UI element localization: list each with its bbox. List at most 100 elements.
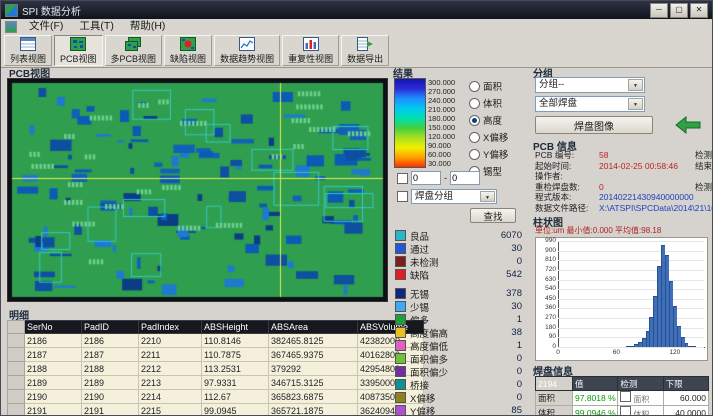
- check-checkbox[interactable]: [620, 391, 631, 402]
- minimize-button[interactable]: ─: [650, 3, 668, 18]
- row-selector[interactable]: [8, 404, 25, 416]
- pad-image-button[interactable]: 焊盘图像: [535, 116, 653, 134]
- y-tick-label: 180: [536, 324, 556, 331]
- defect-count-row[interactable]: 面积偏少0: [395, 365, 522, 378]
- details-body: 218621862210110.8146382465.8125423820002…: [8, 334, 424, 416]
- table-cell: 2189: [82, 376, 139, 390]
- toolbar-button-defect-view[interactable]: 缺陷视图: [164, 35, 212, 66]
- metric-radio-label: 锡型: [483, 164, 502, 178]
- range-max-input[interactable]: [450, 171, 480, 185]
- chevron-down-icon[interactable]: ▼: [628, 79, 643, 91]
- defect-count-row[interactable]: 良品6070: [395, 229, 522, 242]
- toolbar-button-data-export[interactable]: 数据导出: [341, 35, 389, 66]
- list-view-icon: [20, 37, 36, 51]
- defect-count-row[interactable]: 无锡378: [395, 287, 522, 300]
- scale-value-label: 210.000: [428, 105, 466, 114]
- table-row[interactable]: 218821882212113.253137929242954800: [8, 362, 424, 376]
- defect-count-row[interactable]: 通过30: [395, 242, 522, 255]
- defect-label: 缺陷: [410, 268, 429, 282]
- y-tick-label: 450: [536, 295, 556, 302]
- table-row[interactable]: 21892189221397.9331346715.312533950000: [8, 376, 424, 390]
- defect-count-row[interactable]: 未检测0: [395, 255, 522, 268]
- y-tick-label: 990: [536, 237, 556, 244]
- chevron-down-icon[interactable]: ▼: [628, 98, 643, 110]
- defect-count: 85: [511, 405, 522, 416]
- metric-radio-label: 体积: [483, 96, 502, 110]
- toolbar-button-repeatability-view[interactable]: 重复性视图: [282, 35, 339, 66]
- range-filter-checkbox[interactable]: [397, 173, 408, 184]
- pcb-info-row: PCB 编号:58检测: [531, 150, 712, 161]
- defect-count: 30: [511, 243, 522, 254]
- toolbar-button-list-view[interactable]: 列表视图: [4, 35, 52, 66]
- defect-count: 1: [517, 340, 522, 351]
- status-color-swatch: [395, 230, 406, 241]
- row-selector[interactable]: [8, 334, 25, 348]
- toolbar-button-pcb-view[interactable]: PCB视图: [54, 35, 103, 66]
- title-bar[interactable]: SPI 数据分析 ─▢✕: [1, 1, 712, 19]
- gridline: [558, 347, 704, 348]
- close-button[interactable]: ✕: [690, 3, 708, 18]
- defect-count-row[interactable]: Y偏移85: [395, 404, 522, 416]
- defect-count-row[interactable]: 面积偏多0: [395, 352, 522, 365]
- defect-count-row[interactable]: 缺陷542: [395, 268, 522, 281]
- pad-group-select[interactable]: 焊盘分组 ▼: [411, 189, 497, 204]
- all-pads-select[interactable]: 全部焊盘 ▼: [535, 96, 645, 112]
- metric-radio-体积[interactable]: 体积: [469, 96, 508, 110]
- row-selector[interactable]: [8, 362, 25, 376]
- info-label: 操作者:: [535, 171, 599, 182]
- info-right-label: 检测: [693, 150, 712, 161]
- table-row[interactable]: 218621862210110.8146382465.812542382000: [8, 334, 424, 348]
- metric-radio-面积[interactable]: 面积: [469, 79, 508, 93]
- details-table[interactable]: SerNoPadIDPadIndexABSHeightABSAreaABSVol…: [7, 320, 424, 416]
- app-icon: [5, 4, 18, 17]
- defect-count-row[interactable]: X偏移0: [395, 391, 522, 404]
- row-selector[interactable]: [8, 348, 25, 362]
- metric-radio-高度[interactable]: 高度: [469, 113, 508, 127]
- padinfo-column-header: 值: [573, 377, 618, 391]
- defect-count-row[interactable]: 偏多1: [395, 313, 522, 326]
- table-row[interactable]: 218721872211110.7875367465.937540162800: [8, 348, 424, 362]
- defect-count-row[interactable]: 高度偏高38: [395, 326, 522, 339]
- search-button[interactable]: 查找: [470, 208, 516, 223]
- defect-count-row[interactable]: 高度偏低1: [395, 339, 522, 352]
- row-selector[interactable]: [8, 390, 25, 404]
- table-row[interactable]: 219021902214112.67365823.687540873502: [8, 390, 424, 404]
- metric-radio-X偏移[interactable]: X偏移: [469, 130, 508, 144]
- menu-item-tools[interactable]: 工具(T): [71, 19, 121, 34]
- group-select[interactable]: 分组-- ▼: [535, 77, 645, 93]
- table-cell: 2211: [139, 348, 202, 362]
- menu-item-help[interactable]: 帮助(H): [122, 19, 174, 34]
- row-selector[interactable]: [8, 376, 25, 390]
- grouping-panel: 分组 分组-- ▼ 全部焊盘 ▼ 焊盘图像 PCB 信息 PCB 编号:58检测…: [531, 65, 712, 416]
- table-cell: 2188: [82, 362, 139, 376]
- metric-radio-Y偏移[interactable]: Y偏移: [469, 147, 508, 161]
- pcb-view-panel: PCB视图: [7, 65, 388, 315]
- previous-arrow-icon[interactable]: [675, 116, 701, 134]
- defect-count-row[interactable]: 桥接0: [395, 378, 522, 391]
- menu-item-file[interactable]: 文件(F): [21, 19, 71, 34]
- y-tick-label: 90: [536, 333, 556, 340]
- info-label: 程式版本:: [535, 192, 599, 203]
- table-cell: 379292: [269, 362, 358, 376]
- check-checkbox[interactable]: [620, 406, 631, 416]
- chevron-down-icon[interactable]: ▼: [480, 191, 495, 202]
- pcb-info-rows: PCB 编号:58检测起始时间:2014-02-25 00:58:46结束操作者…: [531, 150, 712, 213]
- radio-icon: [469, 115, 480, 126]
- toolbar-button-multi-pcb-view[interactable]: 多PCB视图: [105, 35, 163, 66]
- table-cell: 2210: [139, 334, 202, 348]
- range-min-input[interactable]: [411, 171, 441, 185]
- gridline: [558, 270, 704, 271]
- maximize-button[interactable]: ▢: [670, 3, 688, 18]
- table-cell: 2191: [25, 404, 82, 416]
- pad-group-checkbox[interactable]: [397, 191, 408, 202]
- radio-icon: [469, 98, 480, 109]
- pcb-info-row: 操作者:: [531, 171, 712, 182]
- histogram-plot[interactable]: 090180270360450540630720810900990060120: [535, 237, 708, 361]
- toolbar-button-trend-view[interactable]: 数据趋势视图: [214, 35, 280, 66]
- defect-count-row[interactable]: 少锡30: [395, 300, 522, 313]
- radio-icon: [469, 149, 480, 160]
- table-row[interactable]: 21912191221599.0945365721.187536240948: [8, 404, 424, 416]
- pcb-canvas[interactable]: [7, 78, 388, 302]
- y-tick-label: 360: [536, 304, 556, 311]
- status-color-swatch: [395, 353, 406, 364]
